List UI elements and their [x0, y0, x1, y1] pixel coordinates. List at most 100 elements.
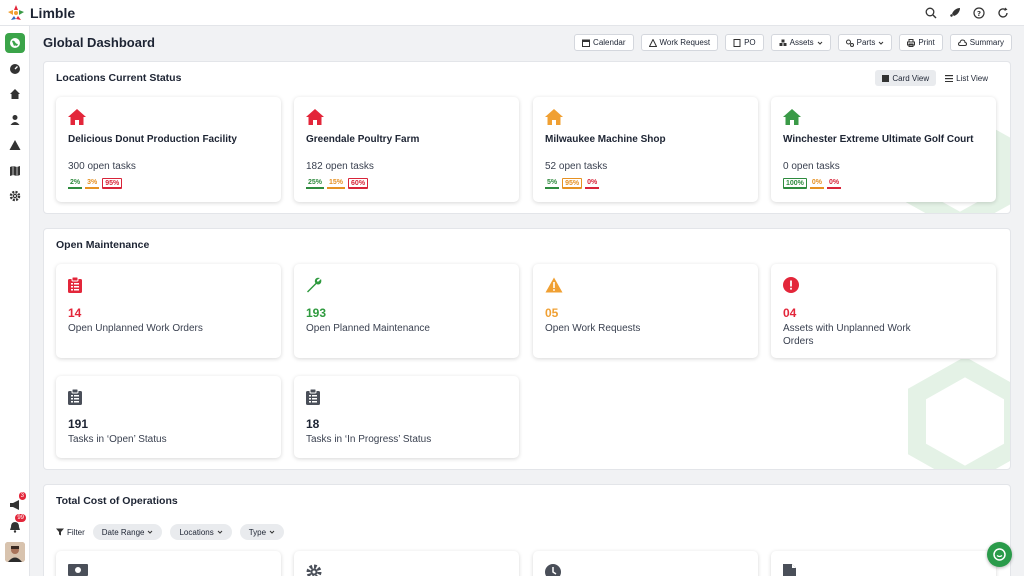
sidebar-item-map[interactable]: [5, 161, 25, 181]
exclamation-circle-icon: [783, 277, 799, 293]
app-name: Limble: [30, 4, 76, 21]
status-percentages: 5% 95% 0%: [545, 178, 600, 189]
metric-card[interactable]: 14 Open Unplanned Work Orders: [56, 264, 281, 358]
sidebar-item-settings[interactable]: [5, 186, 25, 206]
warning-icon: [545, 277, 563, 293]
metric-value: 14: [68, 306, 82, 320]
metric-value: 04: [783, 306, 797, 320]
cost-card[interactable]: [56, 551, 281, 576]
card-view-button[interactable]: Card View: [875, 70, 937, 86]
location-card[interactable]: Delicious Donut Production Facility 300 …: [56, 97, 281, 202]
metric-card[interactable]: 193 Open Planned Maintenance: [294, 264, 519, 358]
chat-icon: [993, 548, 1006, 561]
metric-card[interactable]: 191 Tasks in ‘Open’ Status: [56, 376, 281, 458]
maintenance-panel: Open Maintenance 14 Open Unplanned Work …: [43, 228, 1011, 470]
refresh-icon[interactable]: [995, 5, 1010, 20]
location-card[interactable]: Milwaukee Machine Shop 52 open tasks 5% …: [533, 97, 758, 202]
money-icon: [68, 564, 88, 576]
po-button[interactable]: PO: [725, 34, 764, 51]
sidebar-item-global[interactable]: [5, 33, 25, 53]
filter-icon: [56, 528, 64, 536]
metric-label: Tasks in ‘Open’ Status: [68, 434, 167, 445]
metric-label: Open Work Requests: [545, 323, 641, 334]
list-icon: [945, 74, 954, 82]
percent-overdue: 95%: [102, 178, 123, 189]
rocket-icon[interactable]: [947, 5, 962, 20]
type-filter[interactable]: Type: [239, 524, 285, 540]
cost-panel: Total Cost of Operations Filter Date Ran…: [43, 484, 1011, 576]
square-icon: [882, 74, 890, 82]
location-name: Winchester Extreme Ultimate Golf Court: [783, 134, 974, 145]
sidebar-item-announcements[interactable]: 3: [5, 492, 26, 515]
location-card[interactable]: Winchester Extreme Ultimate Golf Court 0…: [771, 97, 996, 202]
metric-value: 18: [306, 417, 320, 431]
avatar[interactable]: [5, 542, 25, 562]
metric-card[interactable]: 04 Assets with Unplanned Work Orders: [771, 264, 996, 358]
hexagon-decoration-icon: [908, 359, 1010, 469]
clipboard-list-icon: [306, 388, 320, 405]
date-range-filter[interactable]: Date Range: [92, 524, 163, 540]
clipboard-list-icon: [68, 388, 82, 405]
metric-card[interactable]: 18 Tasks in ‘In Progress’ Status: [294, 376, 519, 458]
logo[interactable]: Limble: [7, 4, 75, 22]
work-request-button[interactable]: Work Request: [640, 34, 719, 51]
metric-value: 05: [545, 306, 559, 320]
locations-panel: Locations Current Status Card View List …: [43, 61, 1011, 214]
gauge-icon: [10, 64, 20, 74]
sidebar-item-alerts[interactable]: [5, 135, 25, 155]
bell-icon: [10, 522, 20, 533]
percent-warning: 15%: [327, 178, 346, 189]
metric-card[interactable]: 05 Open Work Requests: [533, 264, 758, 358]
locations-filter[interactable]: Locations: [170, 524, 232, 540]
assets-button[interactable]: Assets: [770, 34, 831, 51]
sidebar-item-locations[interactable]: [5, 84, 25, 104]
cost-card[interactable]: [533, 551, 758, 576]
chevron-down-icon: [217, 530, 223, 534]
limble-logo-icon: [8, 4, 24, 20]
percent-overdue: 0%: [585, 178, 600, 189]
calendar-icon: [582, 39, 591, 47]
calendar-button[interactable]: Calendar: [574, 34, 634, 51]
metric-value: 191: [68, 417, 89, 431]
parts-button[interactable]: Parts: [837, 34, 893, 51]
summary-button[interactable]: Summary: [949, 34, 1012, 51]
search-icon[interactable]: [923, 5, 938, 20]
status-percentages: 100% 0% 0%: [783, 178, 842, 189]
location-card[interactable]: Greendale Poultry Farm 182 open tasks 25…: [294, 97, 519, 202]
maintenance-title: Open Maintenance: [56, 239, 150, 251]
sidebar-item-notifications[interactable]: 99: [5, 514, 26, 537]
percent-complete: 5%: [545, 178, 560, 189]
location-name: Milwaukee Machine Shop: [545, 134, 666, 145]
cloud-download-icon: [957, 38, 967, 46]
metric-label: Tasks in ‘In Progress’ Status: [306, 434, 432, 445]
help-icon[interactable]: ?: [971, 5, 986, 20]
home-icon: [68, 109, 86, 125]
home-icon: [10, 89, 20, 99]
gear-icon: [306, 564, 322, 576]
cost-card[interactable]: [771, 551, 996, 576]
location-name: Delicious Donut Production Facility: [68, 134, 237, 145]
filter-label: Filter: [56, 528, 85, 537]
chevron-down-icon: [878, 41, 884, 45]
open-tasks: 52 open tasks: [545, 161, 608, 172]
document-icon: [783, 564, 796, 576]
home-icon: [545, 109, 563, 125]
cost-card[interactable]: [294, 551, 519, 576]
print-button[interactable]: Print: [899, 34, 943, 51]
sidebar-item-users[interactable]: [5, 110, 25, 130]
wrench-icon: [307, 277, 322, 293]
alerts-badge: 99: [15, 514, 26, 522]
sidebar-item-dashboard[interactable]: [5, 59, 25, 79]
open-tasks: 300 open tasks: [68, 161, 136, 172]
percent-warning: 0%: [809, 178, 825, 189]
warning-icon: [9, 140, 21, 150]
page-title: Global Dashboard: [43, 35, 155, 50]
list-view-button[interactable]: List View: [938, 70, 995, 86]
gears-icon: [845, 39, 854, 47]
globe-icon: [10, 38, 20, 48]
chat-button[interactable]: [987, 542, 1012, 567]
home-icon: [783, 109, 801, 125]
view-toggle: Card View List View: [875, 70, 995, 86]
home-icon: [306, 109, 324, 125]
percent-overdue: 60%: [348, 178, 369, 189]
